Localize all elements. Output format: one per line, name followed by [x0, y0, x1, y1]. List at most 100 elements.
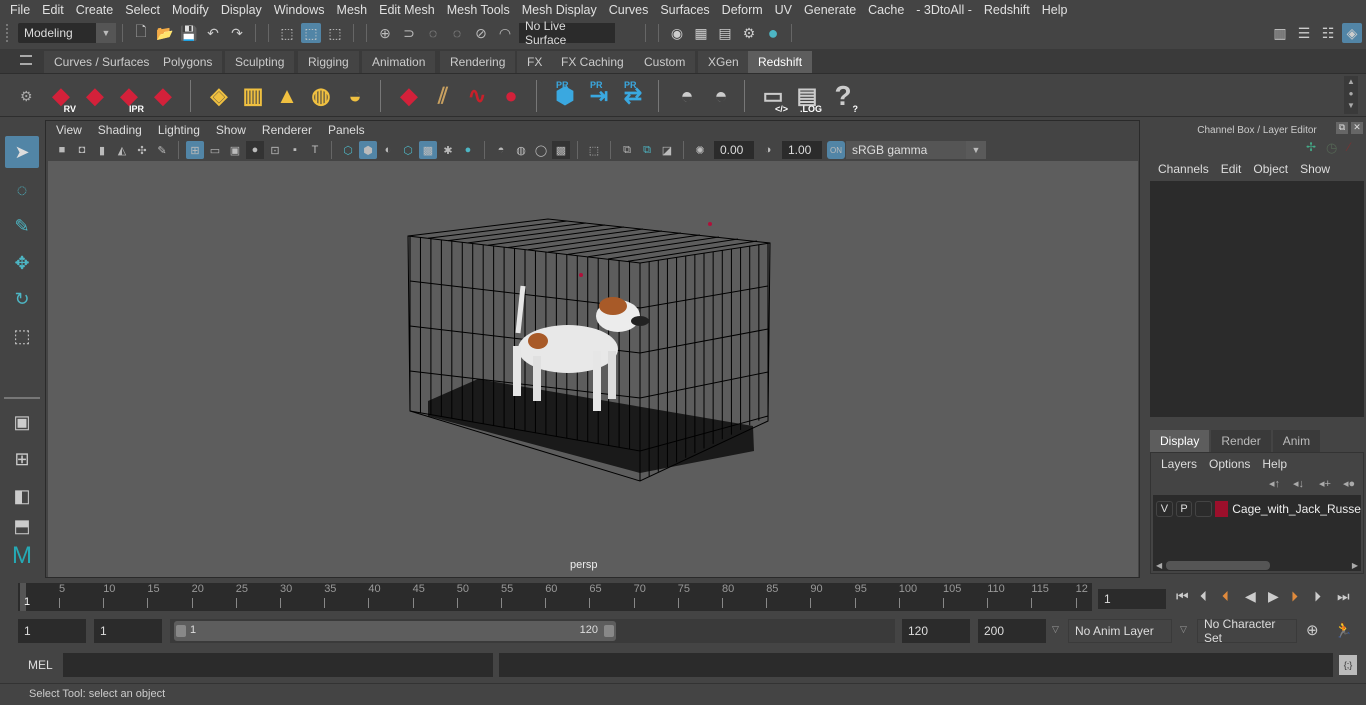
layer-menu-options[interactable]: Options — [1203, 457, 1256, 471]
wireframe-on-shaded-icon[interactable]: ⬡ — [399, 141, 417, 159]
xray-joints-icon[interactable]: ⧉ — [638, 141, 656, 159]
shelf-scroll[interactable]: ▲ ● ▼ — [1344, 76, 1358, 114]
viewport-menu-shading[interactable]: Shading — [90, 123, 150, 137]
select-component-icon[interactable]: ⬚ — [325, 23, 345, 43]
shelf-light-dome-icon[interactable]: ◍ — [304, 78, 338, 114]
grease-pencil-icon[interactable]: ✎ — [153, 141, 171, 159]
hypershade-icon[interactable]: ● — [763, 23, 783, 43]
camera-icon[interactable]: ■ — [53, 141, 71, 159]
shelf-tab-curves-surfaces[interactable]: Curves / Surfaces — [44, 51, 161, 73]
two-d-pan-icon[interactable]: ✣ — [133, 141, 151, 159]
range-start-handle[interactable] — [176, 625, 186, 637]
clock-icon[interactable]: ◷ — [1326, 140, 1337, 156]
shelf-light-sun-sky-icon[interactable]: ◒ — [338, 78, 372, 114]
snap-grid-icon[interactable]: ⊕ — [375, 23, 395, 43]
gate-mask-icon[interactable]: ● — [246, 141, 264, 159]
shelf-light-rect-icon[interactable]: ◈ — [202, 78, 236, 114]
command-language-label[interactable]: MEL — [28, 658, 53, 672]
save-scene-icon[interactable]: 💾 — [179, 23, 199, 43]
modeling-toolkit-icon[interactable]: ▥ — [1270, 23, 1290, 43]
viewport-menu-show[interactable]: Show — [208, 123, 254, 137]
menu-redshift[interactable]: Redshift — [978, 3, 1036, 17]
channel-box-menu-channels[interactable]: Channels — [1152, 162, 1215, 176]
render-current-frame-icon[interactable]: ▦ — [691, 23, 711, 43]
time-slider[interactable]: 1 5 10 15 20 25 30 35 40 45 50 55 60 65 70 75 80 85 90 95 1… — [18, 583, 1092, 611]
viewport-menu-lighting[interactable]: Lighting — [150, 123, 208, 137]
select-tool-icon[interactable]: ➤ — [5, 136, 39, 168]
step-back-key-icon[interactable]: ⏴ — [1222, 588, 1229, 605]
new-layer-icon[interactable]: ◂+ — [1319, 477, 1331, 490]
menu-windows[interactable]: Windows — [268, 3, 331, 17]
shelf-log-icon[interactable]: ▤ .LOG — [790, 78, 824, 114]
end-time-field[interactable]: 200 — [978, 619, 1046, 643]
layer-row[interactable]: V P Cage_with_Jack_Russe — [1153, 499, 1361, 519]
chevron-down-icon[interactable]: ▽ — [1052, 624, 1059, 635]
range-end-handle[interactable] — [604, 625, 614, 637]
screen-space-ao-icon[interactable]: ◓ — [492, 141, 510, 159]
play-forwards-icon[interactable]: ▶ — [1268, 588, 1279, 605]
ipr-render-icon[interactable]: ▤ — [715, 23, 735, 43]
play-backwards-icon[interactable]: ◀ — [1245, 588, 1256, 605]
shelf-tab-redshift[interactable]: Redshift — [748, 51, 814, 73]
menu-3dtoall[interactable]: - 3DtoAll - — [910, 3, 978, 17]
grip-handle[interactable] — [6, 24, 12, 42]
shelf-render-sequence-icon[interactable]: ◆ — [78, 78, 112, 114]
shelf-script-editor-icon[interactable]: ▭ </> — [756, 78, 790, 114]
tool-settings-icon[interactable]: ☷ — [1318, 23, 1338, 43]
layer-list-scrollbar[interactable]: ◀ ▶ — [1153, 559, 1361, 571]
move-tool-icon[interactable]: ✥ — [5, 247, 39, 279]
auto-key-icon[interactable]: ⊕ — [1306, 621, 1319, 639]
snap-projected-icon[interactable]: ◌ — [447, 23, 467, 43]
default-material-icon[interactable]: ◐ — [379, 141, 397, 159]
shelf-bake-1-icon[interactable]: ◓ — [670, 78, 704, 114]
menu-deform[interactable]: Deform — [716, 3, 769, 17]
xray-components-icon[interactable]: ◪ — [658, 141, 676, 159]
menu-surfaces[interactable]: Surfaces — [654, 3, 715, 17]
command-input[interactable] — [63, 653, 493, 677]
shelf-rv-render-view-icon[interactable]: ◆ RV — [44, 78, 78, 114]
shelf-tab-custom[interactable]: Custom — [634, 51, 697, 73]
menu-cache[interactable]: Cache — [862, 3, 910, 17]
shelf-tab-rigging[interactable]: Rigging — [298, 51, 360, 73]
channel-box-menu-show[interactable]: Show — [1294, 162, 1336, 176]
anim-layer-select[interactable]: No Anim Layer — [1068, 619, 1172, 643]
shelf-light-portal-icon[interactable]: ▥ — [236, 78, 270, 114]
step-forward-frame-icon[interactable]: ⏵ — [1314, 588, 1321, 605]
layer-menu-help[interactable]: Help — [1256, 457, 1293, 471]
step-forward-key-icon[interactable]: ⏵ — [1291, 588, 1298, 605]
safe-action-icon[interactable]: ▪ — [286, 141, 304, 159]
shelf-help-icon[interactable]: ?? — [826, 78, 860, 114]
shelf-tab-xgen[interactable]: XGen — [698, 51, 750, 73]
snap-curve-icon[interactable]: ⊃ — [399, 23, 419, 43]
menu-modify[interactable]: Modify — [166, 3, 215, 17]
range-slider-bar[interactable]: 1 120 — [174, 621, 616, 641]
scroll-right-icon[interactable]: ▶ — [1352, 561, 1358, 570]
menu-display[interactable]: Display — [215, 3, 268, 17]
menu-file[interactable]: File — [4, 3, 36, 17]
image-plane-icon[interactable]: ◭ — [113, 141, 131, 159]
shelf-ipr-render-icon[interactable]: ◆ IPR — [112, 78, 146, 114]
paint-select-tool-icon[interactable]: ✎ — [5, 210, 39, 242]
single-view-layout-icon[interactable]: ▣ — [5, 406, 39, 438]
resolution-gate-icon[interactable]: ▣ — [226, 141, 244, 159]
film-gate-icon[interactable]: ▭ — [206, 141, 224, 159]
channel-box-icon[interactable]: ◈ — [1342, 23, 1362, 43]
link-icon[interactable]: ⁄ — [1348, 140, 1350, 154]
animation-preferences-icon[interactable]: 🏃 — [1334, 621, 1353, 639]
menu-create[interactable]: Create — [70, 3, 120, 17]
float-panel-icon[interactable]: ⧉ — [1336, 122, 1348, 134]
shelf-proxy-cube-icon[interactable]: ◆ — [392, 78, 426, 114]
menu-edit[interactable]: Edit — [36, 3, 70, 17]
channel-box-menu-object[interactable]: Object — [1247, 162, 1294, 176]
shelf-pr-export-icon[interactable]: ⇥ PR — [582, 78, 616, 114]
script-editor-icon[interactable]: {;} — [1339, 655, 1357, 675]
viewport-menu-view[interactable]: View — [48, 123, 90, 137]
shelf-pr-swap-icon[interactable]: ⇄ PR — [616, 78, 650, 114]
shelf-tab-fx[interactable]: FX — [517, 51, 554, 73]
shelf-menu-icon[interactable] — [20, 55, 32, 65]
shelf-volume-icon[interactable]: ∿ — [460, 78, 494, 114]
current-frame-field[interactable]: 1 — [1098, 589, 1166, 609]
shelf-tab-sculpting[interactable]: Sculpting — [225, 51, 296, 73]
range-slider-track[interactable]: 1 120 — [170, 619, 895, 643]
four-view-layout-icon[interactable]: ⊞ — [5, 443, 39, 475]
